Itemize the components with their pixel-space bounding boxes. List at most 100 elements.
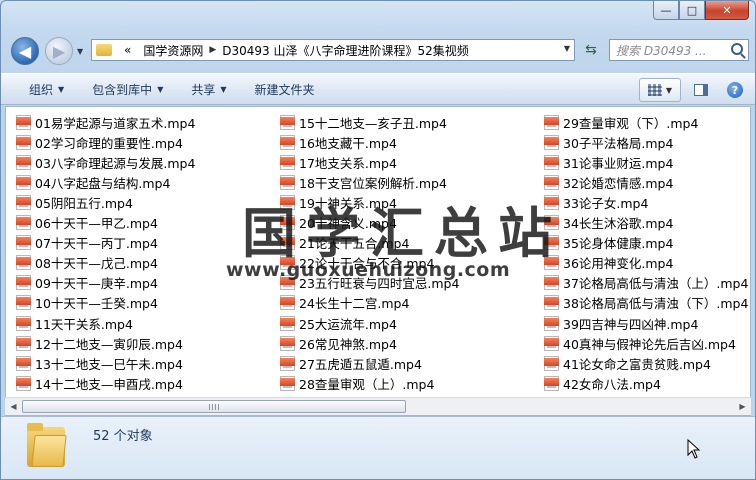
scroll-left-icon[interactable]: ◀ (5, 398, 22, 415)
mp4-file-icon (280, 355, 295, 371)
file-item[interactable]: 03八字命理起源与发展.mp4 (16, 152, 195, 172)
file-item[interactable]: 09十天干—庚辛.mp4 (16, 273, 158, 293)
file-name: 01易学起源与道家五术.mp4 (35, 115, 196, 131)
file-item[interactable]: 36论用神变化.mp4 (544, 253, 673, 273)
horizontal-scrollbar[interactable]: ◀ ▶ (5, 397, 751, 415)
breadcrumb-item-current[interactable]: D30493 山泽《八字命理进阶课程》52集视频 (216, 42, 475, 59)
search-input[interactable]: 搜索 D30493 ... (609, 39, 749, 61)
file-name: 36论用神变化.mp4 (563, 256, 674, 272)
file-item[interactable]: 01易学起源与道家五术.mp4 (16, 112, 195, 132)
search-icon[interactable] (731, 43, 743, 55)
file-name: 11天干关系.mp4 (35, 316, 133, 332)
file-item[interactable]: 04八字起盘与结构.mp4 (16, 172, 170, 192)
new-folder-button[interactable]: 新建文件夹 (241, 81, 329, 98)
file-name: 16地支藏干.mp4 (299, 135, 397, 151)
address-dropdown-icon[interactable]: ▼ (564, 44, 570, 53)
file-item[interactable]: 41论女命之富贵贫贱.mp4 (544, 353, 711, 373)
recent-pages-dropdown-icon[interactable]: ▼ (77, 47, 83, 56)
preview-pane-button[interactable] (687, 78, 715, 102)
file-item[interactable]: 24长生十二宫.mp4 (280, 293, 409, 313)
file-item[interactable]: 22论十干合与不合.mp4 (280, 253, 434, 273)
file-name: 13十二地支—巳午未.mp4 (35, 356, 183, 372)
mp4-file-icon (544, 114, 559, 130)
file-item[interactable]: 14十二地支—申酉戌.mp4 (16, 373, 183, 393)
file-item[interactable]: 05阴阳五行.mp4 (16, 192, 133, 212)
address-bar[interactable]: « 国学资源网 ▶ D30493 山泽《八字命理进阶课程》52集视频 ▼ (91, 39, 575, 61)
file-item[interactable]: 20十神含义.mp4 (280, 213, 397, 233)
file-item[interactable]: 02学习命理的重要性.mp4 (16, 132, 183, 152)
file-item[interactable]: 27五虎遁五鼠遁.mp4 (280, 353, 422, 373)
file-name: 33论子女.mp4 (563, 195, 649, 211)
chevron-down-icon[interactable]: ▼ (666, 86, 672, 95)
minimize-button[interactable]: — (653, 1, 679, 20)
file-name: 14十二地支—申酉戌.mp4 (35, 376, 183, 392)
breadcrumb-overflow[interactable]: « (118, 43, 137, 57)
breadcrumb-separator-icon[interactable]: ▶ (209, 45, 216, 55)
file-item[interactable]: 31论事业财运.mp4 (544, 152, 673, 172)
file-item[interactable]: 39四吉神与四凶神.mp4 (544, 313, 698, 333)
mp4-file-icon (16, 134, 31, 150)
file-item[interactable]: 38论格局高低与清浊（下）.mp4 (544, 293, 748, 313)
file-item[interactable]: 16地支藏干.mp4 (280, 132, 397, 152)
file-list[interactable]: 01易学起源与道家五术.mp4 02学习命理的重要性.mp4 03八字命理起源与发展… (5, 106, 751, 416)
mp4-file-icon (16, 154, 31, 170)
scroll-right-icon[interactable]: ▶ (734, 398, 751, 415)
back-button[interactable]: ◀ (11, 37, 39, 65)
file-item[interactable]: 08十天干—戊己.mp4 (16, 253, 158, 273)
mp4-file-icon (16, 174, 31, 190)
breadcrumb-item-root[interactable]: 国学资源网 (137, 42, 209, 59)
file-name: 37论格局高低与清浊（上）.mp4 (563, 276, 749, 292)
file-name: 42女命八法.mp4 (563, 376, 661, 392)
file-item[interactable]: 11天干关系.mp4 (16, 313, 133, 333)
share-label: 共享 (191, 82, 216, 97)
mp4-file-icon (544, 134, 559, 150)
file-item[interactable]: 40真神与假神论先后吉凶.mp4 (544, 333, 736, 353)
file-name: 15十二地支—亥子丑.mp4 (299, 115, 447, 131)
file-item[interactable]: 34长生沐浴歌.mp4 (544, 213, 673, 233)
close-button[interactable]: ✕ (705, 1, 749, 20)
file-item[interactable]: 37论格局高低与清浊（上）.mp4 (544, 273, 748, 293)
file-item[interactable]: 06十天干—甲乙.mp4 (16, 213, 158, 233)
file-item[interactable]: 35论身体健康.mp4 (544, 233, 673, 253)
file-item[interactable]: 07十天干—丙丁.mp4 (16, 233, 158, 253)
details-pane: 52 个对象 (1, 416, 755, 479)
file-item[interactable]: 42女命八法.mp4 (544, 373, 661, 393)
file-name: 21论天干五合.mp4 (299, 236, 410, 252)
file-item[interactable]: 21论天干五合.mp4 (280, 233, 409, 253)
file-item[interactable]: 30子平法格局.mp4 (544, 132, 673, 152)
mp4-file-icon (16, 335, 31, 351)
refresh-button[interactable]: ⇆ (579, 39, 603, 61)
forward-button[interactable]: ▶ (45, 37, 73, 65)
file-item[interactable]: 10十天干—壬癸.mp4 (16, 293, 158, 313)
mp4-file-icon (280, 134, 295, 150)
chevron-down-icon: ▼ (220, 84, 227, 94)
mouse-cursor-icon (687, 439, 701, 459)
scrollbar-thumb[interactable] (22, 400, 406, 413)
file-item[interactable]: 28查量审观（上）.mp4 (280, 373, 434, 393)
file-item[interactable]: 23五行旺衰与四时宜忌.mp4 (280, 273, 459, 293)
maximize-button[interactable]: □ (679, 1, 705, 20)
file-item[interactable]: 33论子女.mp4 (544, 192, 648, 212)
mp4-file-icon (280, 194, 295, 210)
file-item[interactable]: 18干支宫位案例解析.mp4 (280, 172, 447, 192)
file-name: 27五虎遁五鼠遁.mp4 (299, 356, 422, 372)
file-item[interactable]: 19十神关系.mp4 (280, 192, 397, 212)
file-item[interactable]: 13十二地支—巳午未.mp4 (16, 353, 183, 373)
search-placeholder: 搜索 D30493 ... (616, 43, 707, 58)
include-in-library-button[interactable]: 包含到库中 ▼ (78, 81, 177, 98)
navigation-bar: ◀ ▶ ▼ « 国学资源网 ▶ D30493 山泽《八字命理进阶课程》52集视频… (9, 35, 749, 65)
share-button[interactable]: 共享 ▼ (177, 81, 240, 98)
file-item[interactable]: 12十二地支—寅卯辰.mp4 (16, 333, 183, 353)
file-item[interactable]: 32论婚恋情感.mp4 (544, 172, 673, 192)
file-item[interactable]: 17地支关系.mp4 (280, 152, 397, 172)
file-item[interactable]: 15十二地支—亥子丑.mp4 (280, 112, 447, 132)
change-view-button[interactable]: ▼ (639, 78, 681, 102)
file-item[interactable]: 26常见神煞.mp4 (280, 333, 397, 353)
mp4-file-icon (16, 275, 31, 291)
organize-button[interactable]: 组织 ▼ (15, 81, 78, 98)
file-item[interactable]: 29查量审观（下）.mp4 (544, 112, 698, 132)
help-button[interactable]: ? (721, 78, 749, 102)
mp4-file-icon (544, 154, 559, 170)
mp4-file-icon (16, 255, 31, 271)
file-item[interactable]: 25大运流年.mp4 (280, 313, 397, 333)
